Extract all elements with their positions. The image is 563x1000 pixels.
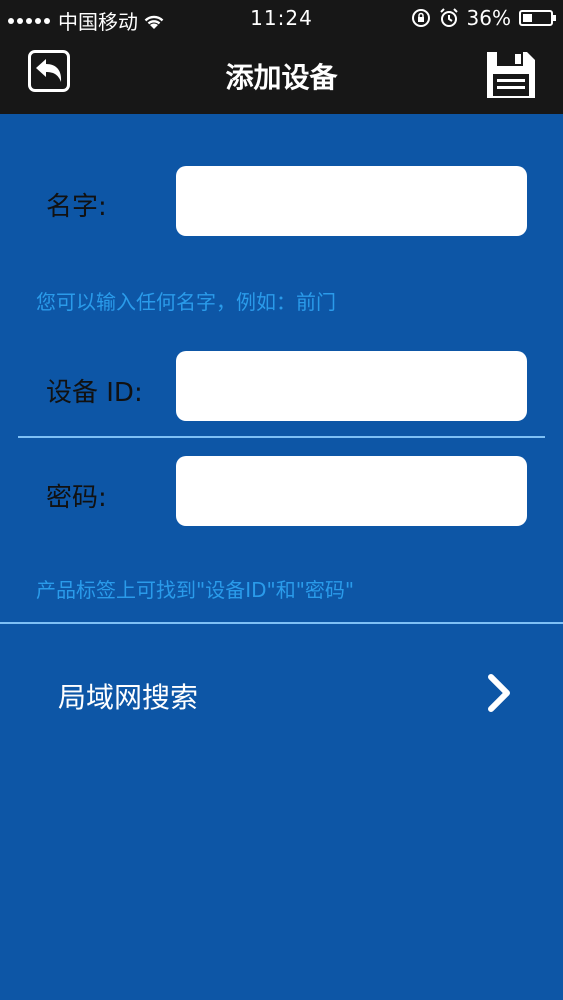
nav-bar: 添加设备: [0, 38, 563, 114]
rotation-lock-icon: [411, 9, 430, 27]
page-title: 添加设备: [225, 61, 338, 94]
credentials-hint: 产品标签上可找到"设备ID"和"密码": [36, 578, 355, 602]
password-label: 密码:: [46, 483, 107, 513]
lan-search-label: 局域网搜索: [58, 681, 199, 714]
device-id-label: 设备 ID:: [46, 378, 143, 408]
name-label: 名字:: [46, 192, 107, 222]
battery-icon: [519, 10, 556, 26]
divider: [18, 436, 545, 438]
lan-search-row[interactable]: 局域网搜索: [0, 640, 563, 750]
battery-percent: 36%: [466, 6, 511, 30]
chevron-right-icon: [488, 674, 510, 712]
save-button[interactable]: [485, 50, 537, 100]
password-input[interactable]: [176, 456, 527, 526]
device-id-input[interactable]: [176, 351, 527, 421]
name-input[interactable]: [176, 166, 527, 236]
floppy-disk-icon: [487, 52, 535, 98]
alarm-clock-icon: [439, 8, 458, 27]
status-right: 36%: [411, 6, 556, 30]
name-hint: 您可以输入任何名字，例如：前门: [36, 290, 336, 314]
divider: [0, 622, 563, 624]
status-bar: 中国移动 11:24 36%: [0, 0, 563, 38]
